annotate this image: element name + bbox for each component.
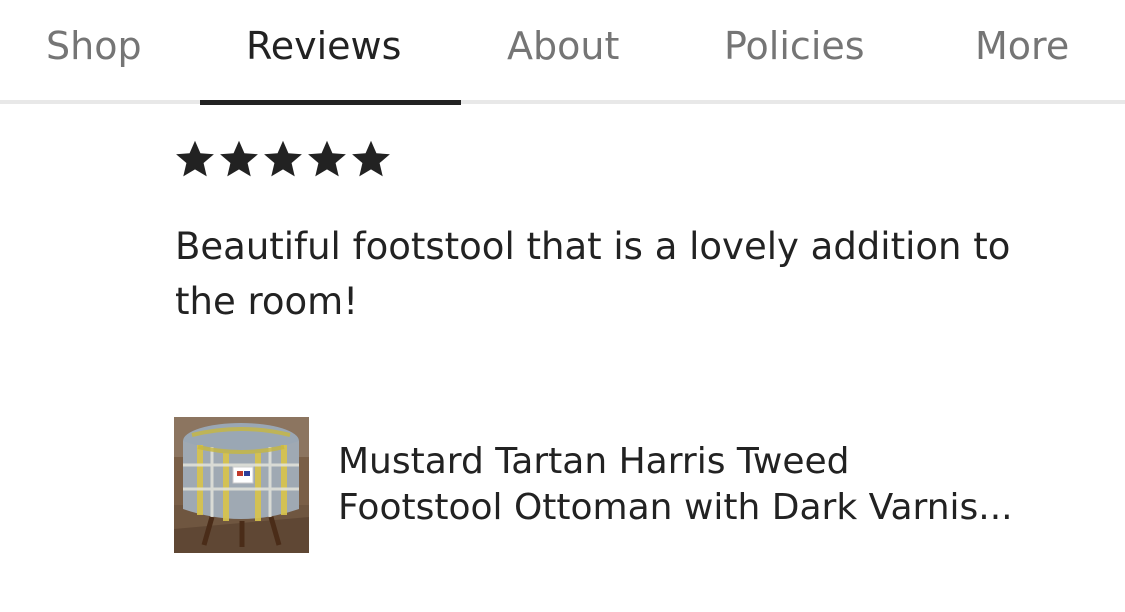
review-text: Beautiful footstool that is a lovely add… <box>175 225 1011 323</box>
listing-title[interactable]: Mustard Tartan Harris Tweed Footstool Ot… <box>338 439 1068 531</box>
tab-reviews[interactable]: Reviews <box>246 22 401 70</box>
star-icon <box>262 138 304 180</box>
tab-more[interactable]: More <box>975 22 1069 70</box>
tabs-divider <box>0 100 1125 104</box>
star-icon <box>350 138 392 180</box>
shop-nav-tabs: Shop Reviews About Policies More <box>0 0 1125 105</box>
tab-about[interactable]: About <box>507 22 619 70</box>
reviewed-listing[interactable]: Mustard Tartan Harris Tweed Footstool Ot… <box>174 417 1074 553</box>
active-tab-indicator <box>200 100 461 105</box>
star-icon <box>174 138 216 180</box>
footstool-thumbnail-icon[interactable] <box>174 417 309 553</box>
tab-shop[interactable]: Shop <box>46 22 142 70</box>
star-icon <box>218 138 260 180</box>
star-rating <box>174 138 392 182</box>
star-icon <box>306 138 348 180</box>
tab-policies[interactable]: Policies <box>724 22 865 70</box>
listing-title-line-1: Mustard Tartan Harris Tweed <box>338 441 850 482</box>
listing-title-line-2: Footstool Ottoman with Dark Varnis... <box>338 487 1013 528</box>
